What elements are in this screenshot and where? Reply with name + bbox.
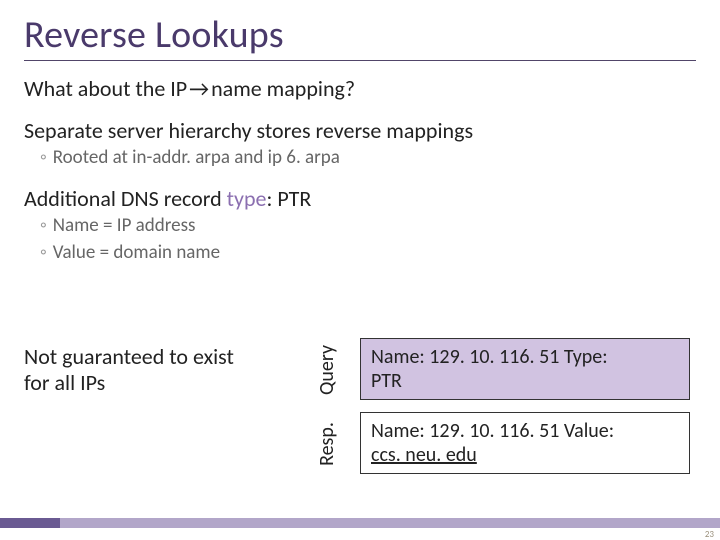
ptr-line: Additional DNS record type: PTR [24, 185, 696, 213]
note-line2: for all IPs [24, 369, 105, 396]
bullet-marker-icon: ◦ [40, 146, 47, 169]
resp-side-label: Resp. [315, 413, 339, 475]
ptr-pre: Additional DNS record [24, 185, 227, 212]
query-side-label: Query [315, 339, 339, 401]
bullet-rooted: ◦ Rooted at in-addr. arpa and ip 6. arpa [24, 146, 696, 171]
bullet-marker-icon: ◦ [40, 241, 47, 264]
ptr-type-word: type [227, 185, 267, 212]
resp-value-text: ccs. neu. edu [371, 443, 477, 467]
question-pre: What about the IP [24, 75, 187, 102]
page-number: 23 [705, 529, 714, 540]
bullet-name: ◦ Name = IP address [24, 214, 696, 239]
hierarchy-line: Separate server hierarchy stores reverse… [24, 117, 696, 145]
query-text-line2: PTR [371, 369, 402, 393]
title-underline [24, 60, 696, 61]
footer-accent-bar [0, 518, 720, 528]
resp-box-content: Name: 129. 10. 116. 51 Value: ccs. neu. … [371, 419, 614, 467]
slide: Reverse Lookups What about the IP→name m… [0, 0, 720, 540]
query-box: Name: 129. 10. 116. 51 Type: PTR [360, 338, 690, 400]
bullet-value-text: Value = domain name [53, 241, 220, 264]
query-text-line1: Name: 129. 10. 116. 51 Type: [371, 345, 608, 369]
resp-text-line1: Name: 129. 10. 116. 51 Value: [371, 419, 614, 443]
ptr-post: : PTR [266, 185, 311, 212]
note-line1: Not guaranteed to exist [24, 343, 234, 370]
question-line: What about the IP→name mapping? [24, 75, 696, 103]
resp-box: Name: 129. 10. 116. 51 Value: ccs. neu. … [360, 412, 690, 474]
bullet-name-text: Name = IP address [53, 214, 196, 237]
slide-title: Reverse Lookups [24, 12, 696, 58]
bullet-rooted-text: Rooted at in-addr. arpa and ip 6. arpa [53, 146, 340, 169]
not-guaranteed-note: Not guaranteed to exist for all IPs [24, 344, 314, 397]
question-post: name mapping? [211, 75, 355, 102]
query-box-content: Name: 129. 10. 116. 51 Type: PTR [371, 345, 608, 393]
arrow-icon: → [187, 75, 211, 103]
bullet-value: ◦ Value = domain name [24, 241, 696, 266]
bullet-marker-icon: ◦ [40, 214, 47, 237]
